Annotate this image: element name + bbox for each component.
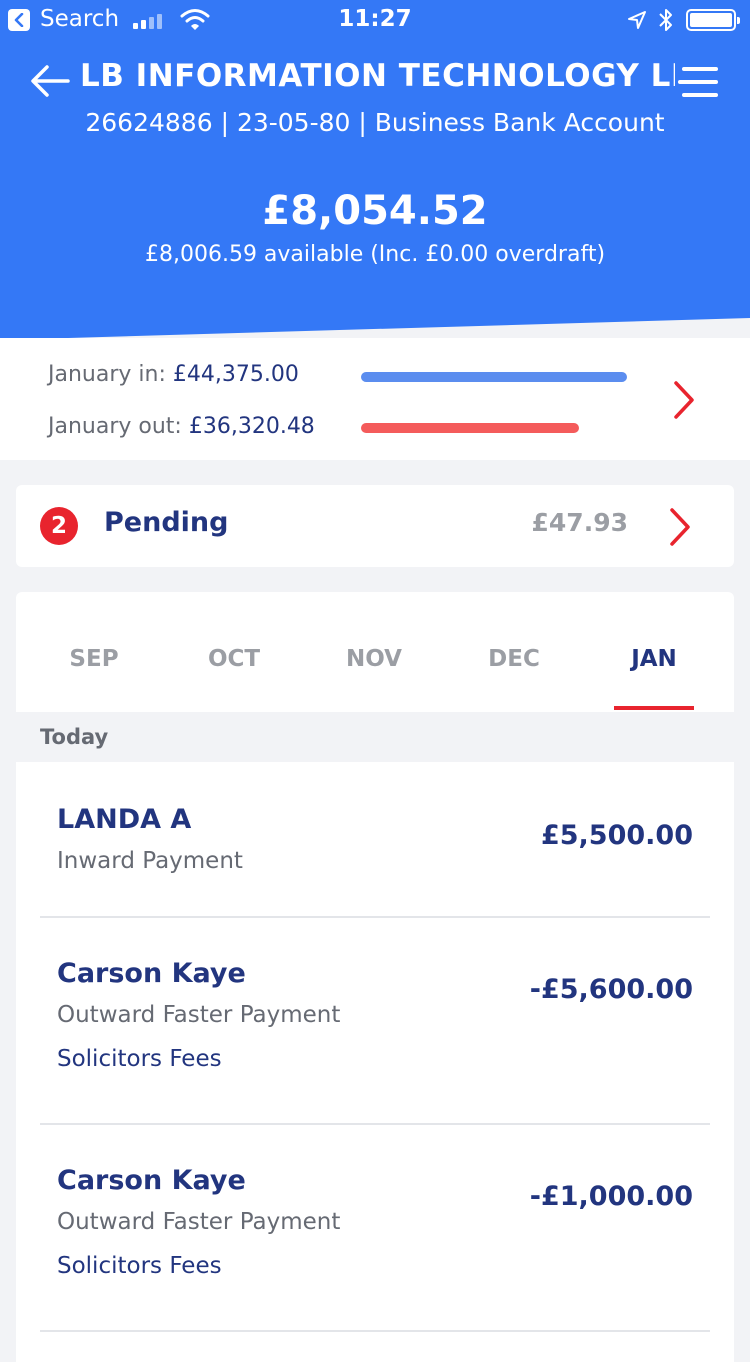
chevron-right-icon[interactable] xyxy=(672,380,696,420)
money-in-row: January in: £44,375.00 xyxy=(48,362,299,387)
transaction-type: Inward Payment xyxy=(57,848,243,874)
status-bar: Search 11:27 xyxy=(0,0,750,40)
active-tab-indicator xyxy=(614,706,694,710)
transaction-reference[interactable]: Solicitors Fees xyxy=(57,1253,222,1279)
money-in-label: January in: xyxy=(48,362,173,387)
tab-dec[interactable]: DEC xyxy=(444,646,584,672)
transaction-amount: £5,500.00 xyxy=(540,820,693,851)
menu-icon[interactable] xyxy=(678,66,720,98)
tab-sep[interactable]: SEP xyxy=(24,646,164,672)
account-details: 26624886 | 23-05-80 | Business Bank Acco… xyxy=(85,108,665,137)
transaction-payee: Carson Kaye xyxy=(57,1165,246,1196)
tab-jan[interactable]: JAN xyxy=(584,646,724,672)
transaction-amount: -£1,000.00 xyxy=(529,1181,693,1212)
date-group-label: Today xyxy=(40,725,109,749)
month-tabs: SEP OCT NOV DEC JAN xyxy=(16,592,734,712)
transaction-row[interactable]: Carson Kaye Outward Faster Payment Solic… xyxy=(16,918,734,1124)
pending-card[interactable]: 2 Pending £47.93 xyxy=(16,485,734,567)
transaction-type: Outward Faster Payment xyxy=(57,1209,341,1235)
tab-oct[interactable]: OCT xyxy=(164,646,304,672)
money-in-bar xyxy=(361,372,627,382)
account-name: LB INFORMATION TECHNOLOGY LIM... xyxy=(80,58,675,94)
divider xyxy=(40,1330,710,1332)
account-header: Search 11:27 LB INFORMATION TECHNOLOGY L… xyxy=(0,0,750,340)
money-out-label: January out: xyxy=(48,414,189,439)
tab-nov[interactable]: NOV xyxy=(304,646,444,672)
money-out-amount: £36,320.48 xyxy=(188,414,315,439)
money-out-row: January out: £36,320.48 xyxy=(48,414,315,439)
chevron-right-icon[interactable] xyxy=(668,507,692,547)
bluetooth-icon xyxy=(659,9,672,31)
available-balance: £8,006.59 available (Inc. £0.00 overdraf… xyxy=(144,242,606,267)
location-icon xyxy=(628,11,646,29)
transaction-payee: Carson Kaye xyxy=(57,958,246,989)
transaction-row[interactable]: Carson Kaye Outward Faster Payment Solic… xyxy=(16,1125,734,1331)
transaction-type: Outward Faster Payment xyxy=(57,1002,341,1028)
pending-amount: £47.93 xyxy=(531,508,628,537)
transaction-list: LANDA A Inward Payment £5,500.00 Carson … xyxy=(16,762,734,1362)
pending-count-badge: 2 xyxy=(40,507,78,545)
pending-label: Pending xyxy=(104,507,229,538)
money-out-bar xyxy=(361,423,579,433)
transaction-amount: -£5,600.00 xyxy=(529,974,693,1005)
account-balance: £8,054.52 xyxy=(262,188,488,234)
monthly-summary[interactable]: January in: £44,375.00 January out: £36,… xyxy=(0,338,750,460)
transaction-row[interactable]: LANDA A Inward Payment £5,500.00 xyxy=(16,762,734,917)
transaction-payee: LANDA A xyxy=(57,804,192,835)
transaction-reference[interactable]: Solicitors Fees xyxy=(57,1046,222,1072)
battery-icon xyxy=(686,9,740,31)
money-in-amount: £44,375.00 xyxy=(172,362,299,387)
back-arrow-icon[interactable] xyxy=(30,64,70,98)
